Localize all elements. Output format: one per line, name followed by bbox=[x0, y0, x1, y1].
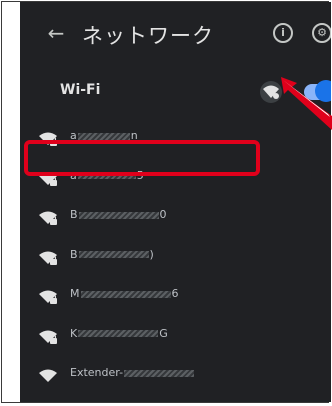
network-name-prefix: B bbox=[70, 208, 78, 221]
network-list-item[interactable]: B) bbox=[20, 237, 331, 277]
wifi-locked-icon bbox=[39, 369, 57, 382]
network-name-suffix: 0 bbox=[159, 208, 167, 221]
network-name-suffix: G bbox=[159, 326, 168, 340]
redacted-text bbox=[80, 290, 171, 298]
network-name-prefix: M bbox=[70, 287, 80, 300]
page-title: ネットワーク bbox=[82, 24, 214, 48]
info-icon[interactable]: i bbox=[273, 23, 293, 43]
network-list-item[interactable]: M6 bbox=[20, 276, 331, 316]
network-list-item[interactable]: B0 bbox=[20, 197, 331, 237]
annotation-arrow bbox=[281, 77, 332, 130]
selected-network-highlight bbox=[24, 140, 260, 176]
redacted-text bbox=[78, 251, 149, 258]
network-name: Extender- bbox=[70, 366, 195, 379]
network-list-item[interactable]: KG bbox=[20, 316, 331, 356]
network-name-prefix: K bbox=[70, 326, 78, 340]
wifi-locked-icon bbox=[39, 251, 57, 265]
redacted-text bbox=[78, 211, 159, 219]
wifi-label: Wi-Fi bbox=[60, 82, 101, 98]
arrow-left-icon: ← bbox=[47, 21, 65, 45]
header: ← ネットワーク i ⚙ bbox=[20, 2, 331, 68]
network-name: B0 bbox=[70, 208, 167, 221]
back-button[interactable]: ← bbox=[42, 19, 70, 47]
redacted-text bbox=[78, 330, 159, 337]
network-name-suffix: 6 bbox=[171, 287, 179, 300]
wifi-locked-icon bbox=[39, 330, 57, 344]
network-list-item[interactable]: Extender- bbox=[20, 355, 331, 395]
redacted-text bbox=[77, 132, 130, 140]
wifi-locked-icon bbox=[39, 290, 57, 304]
redacted-text bbox=[124, 369, 195, 377]
network-name: KG bbox=[70, 327, 168, 340]
network-name: M6 bbox=[70, 287, 179, 300]
gear-icon[interactable]: ⚙ bbox=[312, 23, 331, 43]
network-name-suffix: ) bbox=[149, 247, 154, 261]
network-name: B) bbox=[70, 248, 154, 261]
network-settings-panel: ← ネットワーク i ⚙ Wi-Fi a n a 5 B 0 B) M 6 K G Extender- bbox=[20, 2, 331, 402]
network-name-prefix: Extender- bbox=[70, 366, 124, 379]
wifi-locked-icon bbox=[39, 211, 57, 225]
network-name-prefix: B bbox=[70, 247, 78, 261]
